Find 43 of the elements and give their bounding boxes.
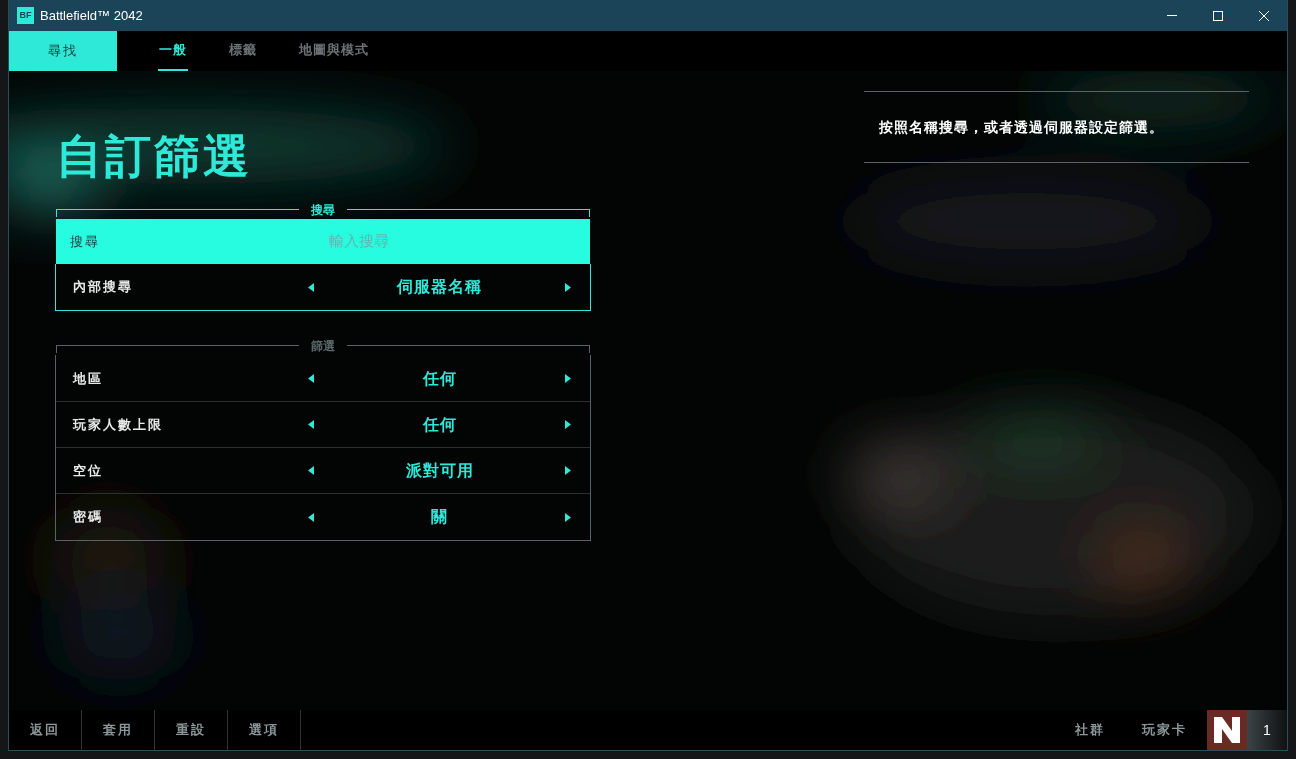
footer-button[interactable]: 選項: [228, 710, 301, 750]
caret-left-icon: [308, 466, 314, 475]
option-value: 派對可用: [404, 460, 475, 481]
nav-tab[interactable]: 地圖與模式: [298, 31, 370, 71]
option-label: 密碼: [73, 508, 104, 527]
nav-tab[interactable]: 標籤: [228, 31, 258, 71]
party-count: 1: [1247, 710, 1287, 750]
option-value: 任何: [421, 368, 458, 389]
footer-button[interactable]: 社群: [1055, 710, 1125, 750]
option-label: 內部搜尋: [73, 278, 134, 297]
option-value: 伺服器名稱: [395, 277, 483, 297]
close-icon: [1259, 10, 1269, 21]
option-label: 地區: [73, 369, 104, 388]
footer-button[interactable]: 套用: [82, 710, 155, 750]
caret-left-icon: [308, 512, 314, 522]
caret-right-icon: [565, 466, 571, 475]
description-text: 按照名稱搜尋，或者透過伺服器設定篩選。: [879, 117, 1164, 137]
emblem-icon: [1214, 717, 1240, 743]
caret-right-icon: [565, 374, 571, 383]
option-value: 關: [430, 507, 449, 527]
minimize-icon: [1167, 15, 1177, 16]
option-label: 玩家人數上限: [73, 415, 164, 434]
section-title: 篩選: [310, 339, 336, 353]
option-label: 空位: [73, 461, 104, 480]
search-field[interactable]: 輸入搜尋: [252, 230, 452, 253]
section-title: 搜尋: [310, 203, 336, 217]
footer-button[interactable]: 返回: [9, 710, 82, 750]
footer-button[interactable]: 重設: [155, 710, 228, 750]
app-logo: BF: [17, 7, 34, 24]
field-label: 搜尋: [70, 232, 101, 251]
maximize-icon: [1213, 10, 1223, 21]
avatar[interactable]: [1207, 710, 1247, 750]
caret-left-icon: [308, 420, 314, 429]
caret-right-icon: [565, 420, 571, 429]
caret-left-icon: [308, 282, 314, 292]
caret-right-icon: [565, 282, 571, 292]
footer-button[interactable]: 玩家卡: [1129, 710, 1199, 750]
caret-right-icon: [565, 512, 571, 522]
window-title: Battlefield™ 2042: [40, 6, 143, 25]
option-value: 任何: [421, 414, 458, 435]
caret-left-icon: [308, 374, 314, 383]
find-tab[interactable]: 尋找: [9, 31, 117, 71]
page-heading: 自訂篩選: [56, 129, 253, 184]
